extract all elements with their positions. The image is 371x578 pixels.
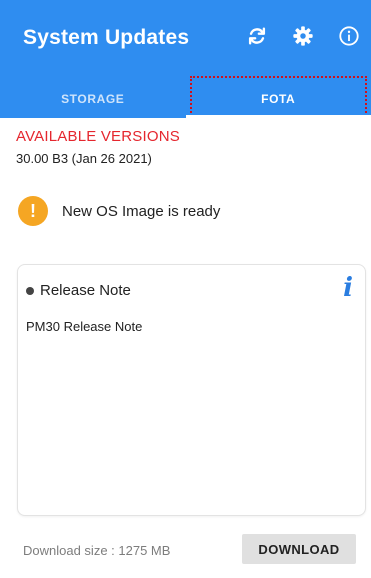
release-note-header: Release Note <box>26 282 131 299</box>
info-italic-icon[interactable]: i <box>343 275 353 301</box>
tab-active-indicator <box>185 115 371 118</box>
info-circle-icon <box>339 26 359 46</box>
gear-icon <box>293 26 313 46</box>
fota-content: AVAILABLE VERSIONS 30.00 B3 (Jan 26 2021… <box>0 128 371 226</box>
app-bar-actions <box>245 24 361 48</box>
tab-bar: STORAGE FOTA <box>0 76 371 118</box>
download-footer: Download size : 1275 MB DOWNLOAD <box>0 532 371 568</box>
status-message: New OS Image is ready <box>62 202 221 220</box>
tab-storage[interactable]: STORAGE <box>0 80 186 118</box>
page-title: System Updates <box>23 26 190 49</box>
tab-focus-highlight <box>189 76 367 117</box>
status-row: ! New OS Image is ready <box>18 196 355 226</box>
release-note-body: PM30 Release Note <box>26 319 143 334</box>
tab-fota[interactable]: FOTA <box>185 76 371 118</box>
warning-icon: ! <box>18 196 48 226</box>
bullet-icon <box>26 286 34 295</box>
release-note-title: Release Note <box>40 282 131 299</box>
tab-storage-label: STORAGE <box>61 92 125 106</box>
release-note-card: Release Note i PM30 Release Note <box>17 264 366 516</box>
refresh-icon <box>248 27 266 45</box>
info-button[interactable] <box>337 24 361 48</box>
download-size-label: Download size : 1275 MB <box>23 543 171 558</box>
available-versions-heading: AVAILABLE VERSIONS <box>16 128 180 145</box>
app-bar: System Updates <box>0 0 371 80</box>
settings-button[interactable] <box>291 24 315 48</box>
version-label: 30.00 B3 (Jan 26 2021) <box>16 151 152 166</box>
refresh-button[interactable] <box>245 24 269 48</box>
download-button[interactable]: DOWNLOAD <box>242 534 356 564</box>
